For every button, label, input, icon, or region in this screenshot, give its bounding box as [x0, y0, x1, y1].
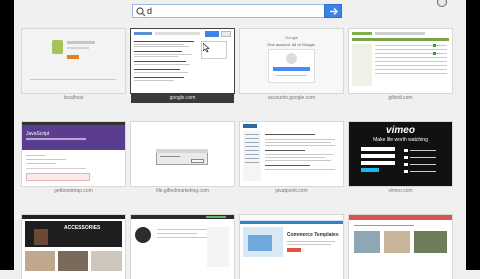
- thumbnail: [240, 122, 343, 186]
- google-logo-text: Google: [285, 35, 298, 40]
- tile-label: localhost: [63, 95, 84, 101]
- thumbnail: vimeo Make life worth watching: [349, 122, 452, 186]
- tile-accessories[interactable]: ACCESSORIES: [22, 215, 125, 279]
- tile-site-dark-logo[interactable]: [131, 215, 234, 279]
- tile-label: getbootstrap.com: [54, 188, 93, 194]
- search-icon: [136, 7, 146, 17]
- logo-icon: [135, 227, 151, 243]
- tile-commerce-templates[interactable]: Commerce Templates: [240, 215, 343, 279]
- logo-icon: [52, 40, 63, 54]
- arrow-right-icon: [330, 8, 338, 15]
- tile-vimeo[interactable]: vimeo Make life worth watching vimeo.com: [349, 122, 452, 194]
- left-black-bar: [0, 0, 14, 270]
- tile-accounts-google[interactable]: Google One account. All of Google. accou…: [240, 29, 343, 101]
- tile-javatpoint[interactable]: javatpoint.com: [240, 122, 343, 194]
- vimeo-logo: vimeo: [386, 125, 415, 136]
- tile-label: google.com: [169, 95, 196, 101]
- thumbnail: Google One account. All of Google.: [240, 29, 343, 93]
- cursor-icon: [203, 43, 210, 53]
- tile-label: giftedi.com: [388, 95, 413, 101]
- avatar: [286, 53, 297, 64]
- tile-label: accounts.google.com: [267, 95, 316, 101]
- thumbnail: [349, 29, 452, 93]
- thumbnail: [22, 29, 125, 93]
- thumbnail: ACCESSORIES: [22, 215, 125, 279]
- tile-google[interactable]: google.com: [131, 29, 234, 103]
- tile-getbootstrap[interactable]: JavaScript getbootstrap.com: [22, 122, 125, 194]
- thumbnail: [131, 29, 234, 93]
- tile-label: javatpoint.com: [275, 188, 308, 194]
- search-input-value: d: [147, 6, 153, 16]
- tile-file-giftedmarketing[interactable]: file.giftedmarketing.com: [131, 122, 234, 194]
- tile-label: vimeo.com: [388, 188, 413, 194]
- tile-localhost[interactable]: localhost: [22, 29, 125, 101]
- bootstrap-heading: JavaScript: [26, 131, 50, 137]
- commerce-heading: Commerce Templates: [287, 232, 339, 238]
- tile-giftedi[interactable]: giftedi.com: [349, 29, 452, 101]
- right-black-bar: [466, 0, 480, 270]
- tile-label: file.giftedmarketing.com: [156, 188, 209, 194]
- tile-site-red-header[interactable]: [349, 215, 452, 279]
- vimeo-tagline: Make life worth watching: [373, 137, 428, 143]
- search-button[interactable]: [324, 4, 342, 18]
- thumbnail: [131, 122, 234, 186]
- close-icon[interactable]: [437, 0, 447, 7]
- search-input[interactable]: d: [132, 4, 342, 18]
- thumbnail: Commerce Templates: [240, 215, 343, 279]
- sign-in-heading: One account. All of Google.: [267, 42, 316, 47]
- thumbnail: [131, 215, 234, 279]
- thumbnail: [349, 215, 452, 279]
- thumbnail: JavaScript: [22, 122, 125, 186]
- accessories-heading: ACCESSORIES: [64, 225, 101, 231]
